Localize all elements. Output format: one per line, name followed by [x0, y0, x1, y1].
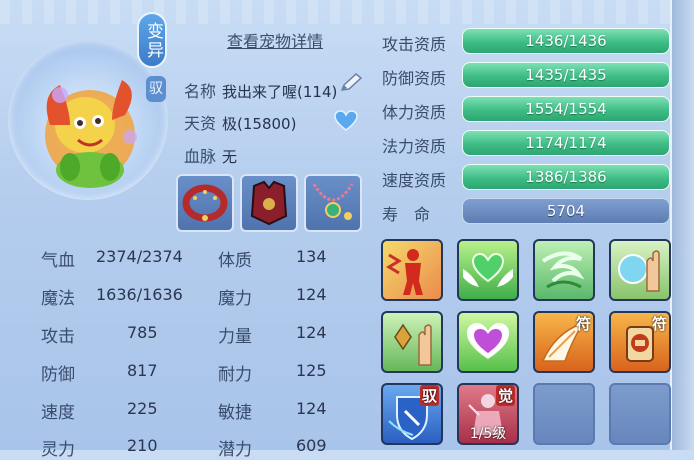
skill-slot[interactable]	[381, 311, 443, 373]
lifespan-bar: 5704	[462, 198, 670, 224]
attr-label: 体质	[218, 251, 252, 271]
stat-label: 攻击	[41, 327, 75, 347]
stat-value: 225	[127, 399, 158, 418]
stat-label: 速度	[41, 403, 75, 423]
attr-label: 敏捷	[218, 403, 252, 423]
skill-tag: 符	[575, 315, 591, 333]
hand-crystal-icon	[394, 323, 432, 366]
skill-slot[interactable]	[457, 311, 519, 373]
attr-value: 125	[296, 361, 327, 380]
quality-bar: 1435/1435	[462, 62, 670, 88]
name-value: 我出来了喔(114)	[222, 83, 338, 101]
attr-value: 134	[296, 247, 327, 266]
skill-tag: 符	[651, 315, 667, 333]
skill-slot[interactable]: 觉 1/5级	[457, 383, 519, 445]
pet-name-row: 名称 我出来了喔(114)	[184, 78, 337, 102]
stat-value: 210	[127, 436, 158, 455]
armor-icon	[250, 180, 288, 226]
attr-label: 耐力	[218, 365, 252, 385]
header-pattern	[0, 0, 694, 24]
attr-label: 力量	[218, 327, 252, 347]
skill-slot[interactable]	[381, 239, 443, 301]
green-heart-wings-icon	[463, 252, 513, 287]
equip-slot-necklace[interactable]	[304, 174, 362, 232]
red-figure-icon	[383, 241, 441, 299]
skill-slot[interactable]: 驭	[381, 383, 443, 445]
skill-tag: 觉	[495, 385, 515, 406]
lifespan-label: 寿 命	[382, 205, 431, 224]
stat-label: 灵力	[41, 440, 75, 460]
stat-label: 气血	[41, 251, 75, 271]
pet-aptitude-row: 天资 极(15800)	[184, 110, 296, 134]
skill-tag: 驭	[419, 385, 439, 406]
attr-value: 124	[296, 285, 327, 304]
rename-pencil-icon[interactable]	[338, 72, 364, 94]
quality-label: 攻击资质	[382, 35, 447, 54]
mutant-badge: 变异	[137, 12, 167, 68]
skill-slot[interactable]	[457, 239, 519, 301]
quality-bar: 1554/1554	[462, 96, 670, 122]
bloodline-value: 无	[222, 148, 238, 166]
pet-creature-icon	[45, 80, 137, 188]
purple-heart-icon	[467, 323, 509, 359]
quality-bar: 1386/1386	[462, 164, 670, 190]
bloodline-label: 血脉	[184, 147, 217, 166]
stat-value: 785	[127, 323, 158, 342]
quality-label: 法力资质	[382, 137, 447, 156]
attr-value: 124	[296, 399, 327, 418]
palm-shield-icon	[618, 250, 660, 292]
skill-slot[interactable]: 符	[533, 311, 595, 373]
green-wind-icon	[541, 251, 585, 289]
stat-value: 2374/2374	[96, 247, 183, 266]
aptitude-value: 极(15800)	[222, 115, 297, 133]
equip-slot-collar[interactable]	[176, 174, 234, 232]
skill-slot[interactable]	[533, 239, 595, 301]
stat-value: 817	[127, 361, 158, 380]
quality-bar: 1436/1436	[462, 28, 670, 54]
quality-label: 防御资质	[382, 69, 447, 88]
stat-label: 防御	[41, 365, 75, 385]
skill-slot[interactable]	[609, 239, 671, 301]
attr-value: 124	[296, 323, 327, 342]
aptitude-label: 天资	[184, 114, 217, 133]
favorite-heart-icon[interactable]	[334, 110, 358, 132]
skill-slot-empty[interactable]	[609, 383, 671, 445]
right-scroll-edge[interactable]	[670, 0, 694, 450]
attr-label: 潜力	[218, 440, 252, 460]
necklace-icon	[312, 183, 354, 220]
attr-value: 609	[296, 436, 327, 455]
pet-bloodline-row: 血脉无	[184, 143, 237, 167]
skill-level: 1/5级	[469, 426, 507, 442]
quality-label: 体力资质	[382, 103, 447, 122]
stat-label: 魔法	[41, 289, 75, 309]
equip-slot-armor[interactable]	[240, 174, 298, 232]
skill-slot-empty[interactable]	[533, 383, 595, 445]
collar-icon	[182, 184, 228, 222]
attr-label: 魔力	[218, 289, 252, 309]
view-pet-details-link[interactable]: 查看宠物详情	[227, 28, 323, 52]
stat-value: 1636/1636	[96, 285, 183, 304]
quality-label: 速度资质	[382, 171, 447, 190]
drive-badge: 驭	[146, 76, 166, 102]
quality-bar: 1174/1174	[462, 130, 670, 156]
name-label: 名称	[184, 82, 217, 101]
skill-slot[interactable]: 符	[609, 311, 671, 373]
